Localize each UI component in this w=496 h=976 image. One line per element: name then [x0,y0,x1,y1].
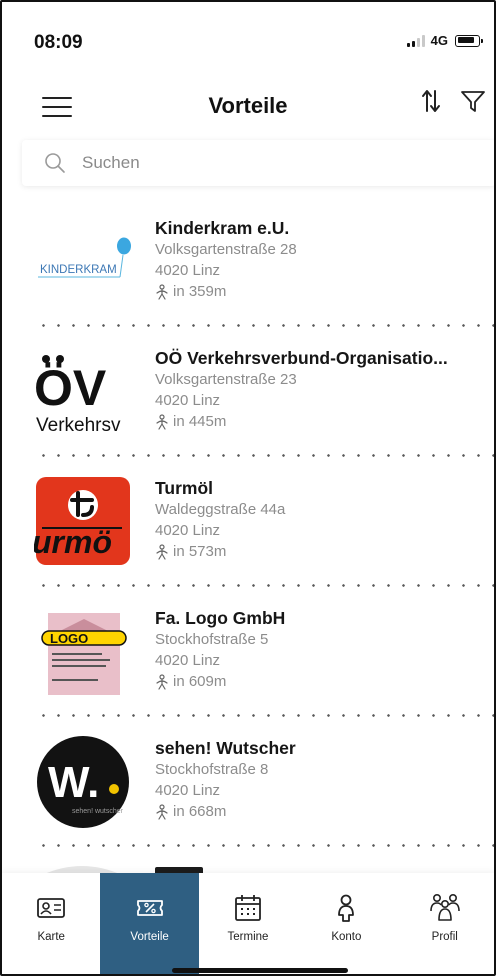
battery-icon [455,34,483,47]
partner-street: Volksgartenstraße 28 [155,241,297,258]
partner-info: sehen! Wutscher Stockhofstraße 8 4020 Li… [155,737,494,822]
list-item[interactable]: ÖV Verkehrsv OÖ Verkehrsverbund-Organisa… [2,329,494,459]
status-bar: 08:09 4G [2,2,494,72]
partner-logo: LOGO [34,605,132,699]
partner-name: Turmöl [155,478,214,498]
divider [36,844,494,847]
nav-item-termine[interactable]: Termine [199,873,297,974]
logo-text: W. [48,758,99,807]
divider [36,714,494,717]
distance-text: in 609m [173,673,227,690]
divider [36,454,494,457]
signal-icon [406,34,425,47]
list-item[interactable]: LOGO Fa. Logo GmbH Stockhofstraße 5 4020… [2,589,494,719]
distance-text: in 668m [173,803,227,820]
partner-distance: in 609m [155,671,494,692]
partner-city: 4020 Linz [155,392,221,409]
logo-text: KINDERKRAM [40,264,117,276]
nav-label: Termine [227,931,269,943]
logo-subtext: sehen! wutscher [72,808,124,815]
partner-info: Kinderkram e.U. Volksgartenstraße 28 402… [155,217,494,302]
list-item[interactable]: urmö Turmöl Waldeggstraße 44a 4020 Linz … [2,459,494,589]
nav-item-vorteile[interactable]: Vorteile [100,873,199,974]
logo-text: urmö [34,524,112,560]
partner-info: OÖ Verkehrsverbund-Organisatio... Volksg… [155,347,494,432]
partner-city: 4020 Linz [155,652,221,669]
home-indicator [172,968,348,973]
nav-item-profil[interactable]: Profil [396,873,494,974]
divider [36,324,494,327]
partner-street: Stockhofstraße 8 [155,761,269,778]
divider [36,584,494,587]
partner-logo: ÖV Verkehrsv [34,345,132,439]
partner-name: Kinderkram e.U. [155,218,290,238]
partner-distance: in 445m [155,411,494,432]
logo-text: LOGO [50,631,88,646]
partner-list: KINDERKRAM Kinderkram e.U. Volksgartenst… [2,199,494,849]
walking-distance-icon [156,673,168,690]
partner-street: Volksgartenstraße 23 [155,371,297,388]
nav-label: Profil [431,931,458,943]
partner-city: 4020 Linz [155,782,221,799]
partner-distance: in 359m [155,281,494,302]
partner-info: Fa. Logo GmbH Stockhofstraße 5 4020 Linz… [155,607,494,692]
partner-name: OÖ Verkehrsverbund-Organisatio... [155,348,448,368]
filter-funnel-icon[interactable] [460,88,486,114]
logo-subtext: Verkehrsv [36,415,121,436]
nav-label: Karte [37,931,65,943]
group-icon [429,893,460,921]
nav-item-konto[interactable]: Konto [297,873,395,974]
app-screen: 08:09 4G Vorteile Suchen KINDERKRAM Kind… [0,0,496,976]
nav-label: Konto [331,931,362,943]
walking-distance-icon [156,803,168,820]
calendar-icon [235,895,261,921]
sort-arrows-icon[interactable] [420,88,442,114]
status-indicators: 4G [406,33,483,48]
partner-name: sehen! Wutscher [155,738,296,758]
partner-distance: in 668m [155,801,494,822]
distance-text: in 445m [173,413,227,430]
walking-distance-icon [156,413,168,430]
partner-city: 4020 Linz [155,262,221,279]
network-type: 4G [430,33,448,48]
logo-text: ÖV [34,360,107,416]
partner-distance: in 573m [155,541,494,562]
search-input[interactable] [82,153,462,173]
partner-city: 4020 Linz [155,522,221,539]
distance-text: in 573m [173,543,227,560]
partner-logo: KINDERKRAM [34,215,132,309]
partner-street: Waldeggstraße 44a [155,501,286,518]
app-header: Vorteile [2,78,494,134]
nav-label: Vorteile [130,931,169,943]
person-icon [338,894,355,922]
list-item[interactable]: KINDERKRAM Kinderkram e.U. Volksgartenst… [2,199,494,329]
search-bar [22,140,494,186]
walking-distance-icon [156,283,168,300]
partner-logo: urmö [34,475,132,569]
bottom-nav: Karte Vorteile Termine Konto Profil [2,873,494,974]
search-icon [45,153,65,173]
list-item[interactable]: W. sehen! wutscher sehen! Wutscher Stock… [2,719,494,849]
coupon-icon [136,900,163,916]
partner-name: Fa. Logo GmbH [155,608,286,628]
distance-text: in 359m [173,283,227,300]
partner-logo: W. sehen! wutscher [34,735,132,829]
walking-distance-icon [156,543,168,560]
partner-info: Turmöl Waldeggstraße 44a 4020 Linz in 57… [155,477,494,562]
nav-item-karte[interactable]: Karte [2,873,100,974]
status-time: 08:09 [34,32,83,53]
partner-street: Stockhofstraße 5 [155,631,269,648]
id-card-icon [37,898,66,918]
